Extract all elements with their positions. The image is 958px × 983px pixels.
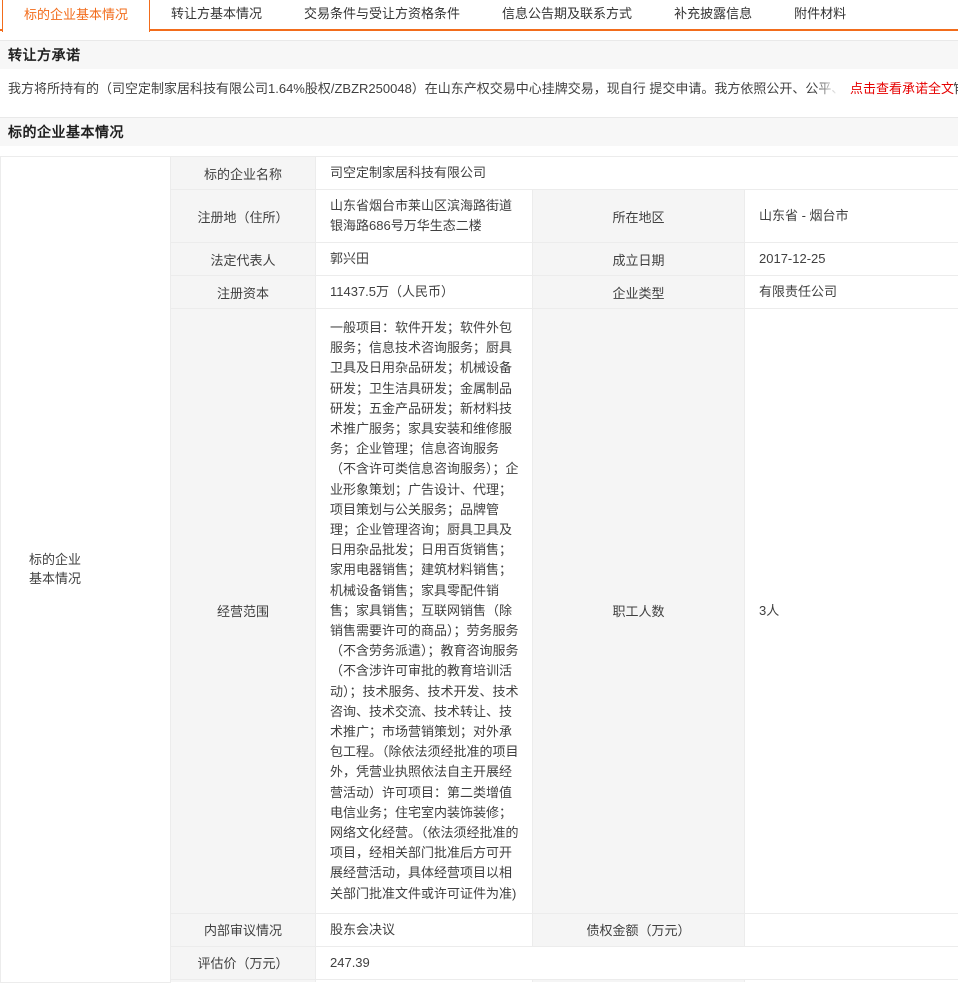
row-group-label-line2: 基本情况: [29, 569, 170, 588]
section-title-target-basic-info: 标的企业基本情况: [8, 124, 124, 140]
tab-transferor-basic-info[interactable]: 转让方基本情况: [150, 0, 283, 29]
establish-date-value: 2017-12-25: [745, 243, 958, 276]
row-group-label: 标的企业 基本情况: [1, 157, 171, 983]
business-scope-value: 一般项目：软件开发；软件外包服务；信息技术咨询服务；厨具卫具及日用杂品研发；机械…: [316, 309, 533, 914]
company-name-value: 司空定制家居科技有限公司: [316, 157, 958, 190]
registered-capital-value: 11437.5万（人民币）: [316, 276, 533, 309]
establish-date-label: 成立日期: [533, 243, 745, 276]
region-label: 所在地区: [533, 190, 745, 243]
company-type-value: 有限责任公司: [745, 276, 958, 309]
tab-bar: 标的企业基本情况 转让方基本情况 交易条件与受让方资格条件 信息公告期及联系方式…: [0, 0, 958, 31]
company-name-label: 标的企业名称: [171, 157, 316, 190]
evaluation-price-value: 247.39: [316, 946, 958, 979]
business-scope-label: 经营范围: [171, 309, 316, 914]
internal-review-label: 内部审议情况: [171, 913, 316, 946]
company-type-label: 企业类型: [533, 276, 745, 309]
section-title-transferor-commitment: 转让方承诺: [8, 47, 81, 63]
tab-supplementary-disclosure[interactable]: 补充披露信息: [653, 0, 773, 29]
registered-address-value: 山东省烟台市莱山区滨海路街道银海路686号万华生态二楼: [316, 190, 533, 243]
table-row: 标的企业 基本情况 标的企业名称 司空定制家居科技有限公司: [1, 157, 958, 190]
commitment-row: 我方将所持有的（司空定制家居科技有限公司1.64%股权/ZBZR250048）在…: [0, 69, 958, 108]
enterprise-info-table: 标的企业 基本情况 标的企业名称 司空定制家居科技有限公司 注册地（住所） 山东…: [0, 156, 958, 983]
evaluation-price-label: 评估价（万元）: [171, 946, 316, 979]
tab-transaction-conditions[interactable]: 交易条件与受让方资格条件: [283, 0, 481, 29]
tab-target-enterprise-basic-info[interactable]: 标的企业基本情况: [2, 0, 150, 32]
employees-value: 3人: [745, 309, 958, 914]
legal-representative-value: 郭兴田: [316, 243, 533, 276]
employees-label: 职工人数: [533, 309, 745, 914]
section-header-target-basic-info: 标的企业基本情况: [0, 117, 958, 146]
region-value: 山东省 - 烟台市: [745, 190, 958, 243]
row-group-label-line1: 标的企业: [29, 550, 170, 569]
creditor-amount-value: [745, 913, 958, 946]
tab-announcement-period-contact[interactable]: 信息公告期及联系方式: [481, 0, 653, 29]
section-header-transferor-commitment: 转让方承诺: [0, 40, 958, 69]
registered-address-label: 注册地（住所）: [171, 190, 316, 243]
creditor-amount-label: 债权金额（万元）: [533, 913, 745, 946]
registered-capital-label: 注册资本: [171, 276, 316, 309]
legal-representative-label: 法定代表人: [171, 243, 316, 276]
view-full-commitment-link[interactable]: 点击查看承诺全文: [816, 79, 954, 99]
tab-attachments[interactable]: 附件材料: [773, 0, 867, 29]
internal-review-value: 股东会决议: [316, 913, 533, 946]
